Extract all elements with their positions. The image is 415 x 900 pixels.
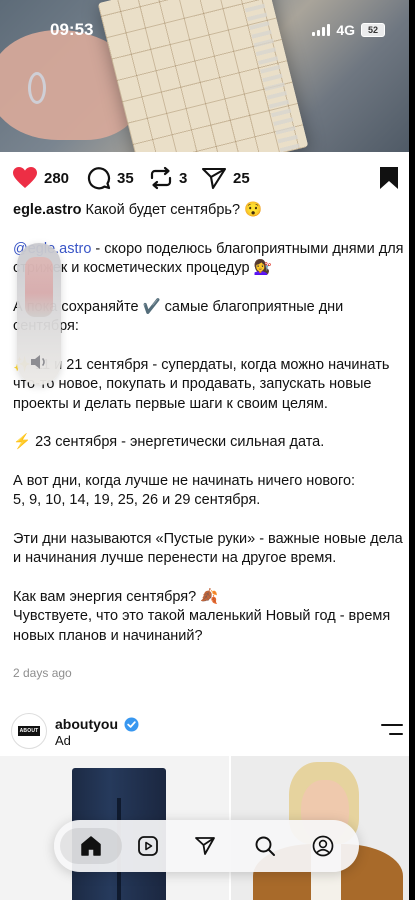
nav-home[interactable] [60, 828, 122, 864]
repost-icon [150, 166, 172, 190]
nav-reels[interactable] [130, 828, 166, 864]
post-caption: egle.astro Какой будет сентябрь? 😯 @egle… [13, 201, 405, 646]
caption-bad-days-list: 5, 9, 10, 14, 19, 25, 26 и 29 сентября. [13, 492, 261, 508]
post-username[interactable]: egle.astro [13, 202, 82, 218]
ad-sponsored-label: Ad [55, 733, 71, 748]
heart-icon [13, 167, 37, 188]
floating-video-preview[interactable] [17, 243, 61, 385]
aboutyou-logo-text: ABOUT YOU [19, 728, 39, 744]
nav-search[interactable] [247, 828, 283, 864]
caption-question-1: Как вам энергия сентября? 🍂 [13, 588, 219, 605]
caption-question-2: Чувствуете, что это такой маленький Новы… [13, 608, 391, 644]
direct-icon [195, 837, 215, 855]
comment-icon [87, 167, 111, 190]
verified-badge-icon [124, 717, 139, 731]
ring-photo-element [28, 72, 46, 104]
ad-account-name-row: aboutyou [55, 716, 139, 732]
caption-save-line: А пока сохраняйте ✔️ самые благоприятные… [13, 298, 344, 335]
status-bar: 09:53 4G 52 [0, 0, 415, 54]
ad-account-name[interactable]: aboutyou [55, 716, 118, 732]
comment-count: 35 [117, 169, 134, 187]
share-count: 25 [233, 169, 250, 187]
network-type: 4G [336, 22, 355, 38]
post-actions: 280 35 3 25 [0, 160, 415, 196]
reels-icon [138, 836, 158, 856]
home-icon [81, 836, 101, 856]
more-options-icon[interactable] [381, 722, 403, 738]
signal-icon [312, 24, 331, 36]
screen-edge [409, 0, 415, 900]
repost-button[interactable]: 3 [149, 166, 187, 190]
speaker-muted-icon[interactable] [29, 353, 49, 376]
battery-icon: 52 [361, 23, 385, 37]
save-button[interactable] [379, 166, 399, 195]
nav-direct[interactable] [187, 828, 223, 864]
caption-empty-hands: Эти дни называются «Пустые руки» - важны… [13, 530, 403, 567]
nav-profile[interactable] [305, 828, 341, 864]
status-time: 09:53 [50, 20, 94, 39]
profile-icon [312, 835, 334, 857]
share-button[interactable]: 25 [201, 166, 250, 190]
caption-first-line: egle.astro Какой будет сентябрь? 😯 [13, 201, 405, 221]
post-timestamp: 2 days ago [13, 666, 72, 680]
like-count: 280 [44, 169, 70, 187]
search-icon [255, 836, 275, 856]
send-icon [201, 167, 227, 190]
status-indicators: 4G 52 [312, 22, 385, 38]
bottom-nav-bar [54, 820, 359, 872]
ad-avatar[interactable]: ABOUT YOU [11, 713, 47, 749]
ad-header: ABOUT YOU aboutyou Ad [0, 706, 415, 754]
like-button[interactable]: 280 [12, 166, 69, 190]
repost-count: 3 [179, 169, 188, 187]
caption-bad-days-intro: А вот дни, когда лучше не начинать ничег… [13, 472, 356, 489]
comment-button[interactable]: 35 [87, 166, 134, 190]
caption-energy-date: ⚡ 23 сентября - энергетически сильная да… [13, 434, 325, 450]
caption-superdates: ✨ 11 и 21 сентября - супердаты, когда мо… [13, 356, 390, 412]
caption-title: Какой будет сентябрь? 😯 [85, 202, 263, 218]
aboutyou-logo: ABOUT YOU [18, 726, 40, 744]
caption-intro: @egle.astro - скоро поделюсь благоприятн… [13, 240, 405, 279]
video-thumbnail [25, 257, 53, 317]
bookmark-icon [380, 167, 398, 189]
screen: 09:53 4G 52 280 35 3 25 egle.astro Какой… [0, 0, 415, 900]
